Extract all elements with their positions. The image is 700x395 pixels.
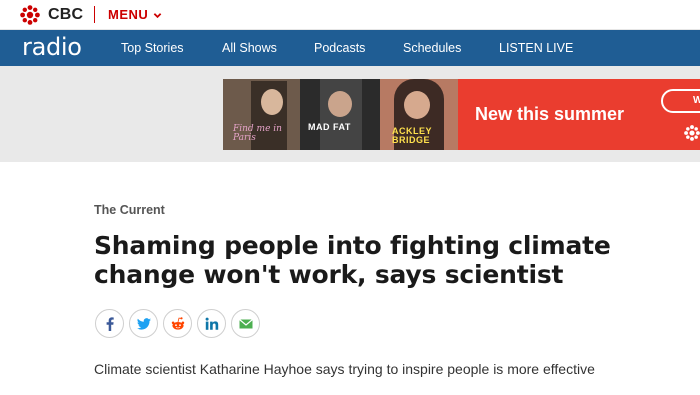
ad-caption-mad-fat: MAD FAT (308, 122, 351, 132)
menu-button[interactable]: MENU (108, 7, 162, 22)
radio-nav-bar: radio Top Stories All Shows Podcasts Sch… (0, 30, 700, 66)
ad-caption-ackley: ACKLEY BRIDGE (392, 126, 432, 145)
ad-pill-label: W (693, 95, 700, 106)
email-icon (238, 318, 253, 328)
radio-logo[interactable]: radio (22, 33, 82, 61)
ad-photo-3: ACKLEY BRIDGE (380, 79, 458, 150)
cbc-gem-icon (684, 125, 700, 141)
share-linkedin-button[interactable] (197, 309, 226, 338)
reddit-icon (171, 316, 184, 330)
ad-headline: New this summer (475, 104, 625, 124)
brand-divider (94, 6, 95, 23)
article-deck: Climate scientist Katharine Hayhoe says … (94, 361, 595, 377)
share-reddit-button[interactable] (163, 309, 192, 338)
ad-photo-1: Find me in Paris (223, 79, 300, 150)
ad-caption-paris: Find me in Paris (233, 124, 282, 143)
top-bar: CBC MENU (0, 0, 700, 30)
share-facebook-button[interactable] (95, 309, 124, 338)
chevron-down-icon (153, 13, 162, 19)
facebook-icon (106, 316, 114, 331)
cbc-brand[interactable]: CBC (48, 6, 83, 24)
article-headline: Shaming people into fighting climate cha… (94, 231, 611, 289)
nav-item-podcasts[interactable]: Podcasts (314, 41, 365, 55)
ad-photo-2: MAD FAT (300, 79, 380, 150)
linkedin-icon (205, 317, 218, 330)
share-twitter-button[interactable] (129, 309, 158, 338)
nav-item-listen-live[interactable]: LISTEN LIVE (499, 41, 573, 55)
ad-watch-button[interactable]: W (661, 89, 700, 113)
show-kicker-link[interactable]: The Current (94, 203, 165, 217)
menu-label: MENU (108, 7, 149, 22)
share-email-button[interactable] (231, 309, 260, 338)
nav-item-schedules[interactable]: Schedules (403, 41, 461, 55)
share-buttons (95, 309, 260, 338)
cbc-gem-icon[interactable] (20, 5, 40, 25)
twitter-icon (136, 317, 151, 330)
nav-item-all-shows[interactable]: All Shows (222, 41, 277, 55)
nav-item-top-stories[interactable]: Top Stories (121, 41, 184, 55)
ad-banner[interactable]: Find me in Paris MAD FAT ACKLEY BRIDGE N… (223, 79, 700, 150)
